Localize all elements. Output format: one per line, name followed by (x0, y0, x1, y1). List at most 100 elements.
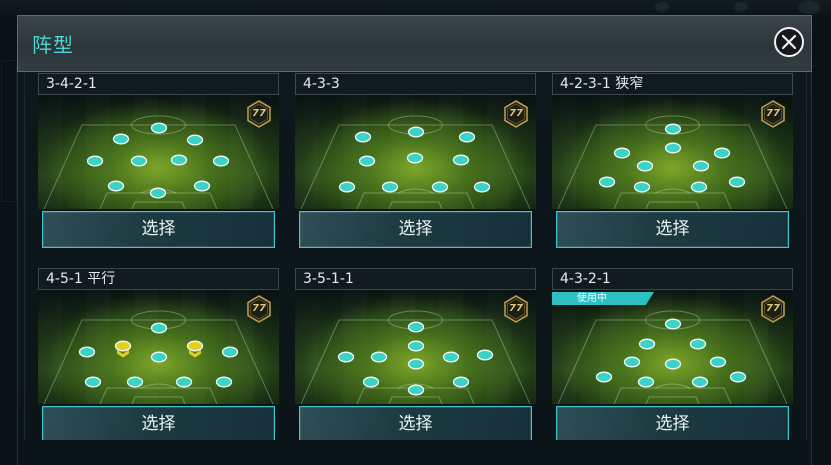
player-marker (407, 126, 425, 138)
panel-rail-left (24, 72, 25, 440)
player-marker (613, 147, 631, 159)
player-marker (193, 180, 211, 192)
rating-badge: 77 (504, 295, 528, 323)
player-marker (215, 376, 233, 388)
sideline (300, 124, 531, 209)
goal-area (645, 396, 700, 404)
rating-value: 77 (509, 108, 523, 119)
rating-value: 77 (766, 108, 780, 119)
player-marker (728, 176, 746, 188)
penalty-area (356, 192, 475, 209)
player-marker (150, 122, 168, 134)
penalty-arc (654, 188, 691, 194)
panel-scroll-track (806, 72, 807, 440)
background-decoration (655, 2, 669, 12)
player-marker (170, 154, 188, 166)
pitch-preview (552, 290, 793, 404)
goal-area (388, 396, 443, 404)
penalty-area (613, 387, 732, 404)
goal-area (645, 201, 700, 209)
pitch-preview (38, 290, 279, 404)
player-marker (729, 371, 747, 383)
player-marker (633, 181, 651, 193)
penalty-area (99, 387, 218, 404)
player-marker (358, 155, 376, 167)
dialog-title: 阵型 (32, 33, 74, 57)
player-marker (370, 351, 388, 363)
formation-grid[interactable]: 3-4-2-1 77 选择 4-3-3 77 选择 4-2-3-1 狭窄 77 … (30, 72, 802, 440)
rating-value: 77 (252, 108, 266, 119)
select-button[interactable]: 选择 (42, 406, 275, 440)
player-marker (407, 384, 425, 396)
background-decoration (734, 2, 748, 12)
select-button[interactable]: 选择 (556, 406, 789, 440)
rating-badge: 77 (761, 295, 785, 323)
pitch-diagram (43, 310, 274, 404)
select-button[interactable]: 选择 (556, 211, 789, 248)
pitch-preview (295, 95, 536, 209)
player-marker (431, 181, 449, 193)
player-marker (691, 376, 709, 388)
formation-card: 4-3-2-1 使用中 77 选择 (552, 268, 793, 440)
player-marker (149, 187, 167, 199)
player-marker (212, 155, 230, 167)
penalty-arc (654, 383, 691, 389)
rating-badge: 77 (504, 100, 528, 128)
player-marker (84, 376, 102, 388)
player-marker (407, 358, 425, 370)
player-marker (473, 181, 491, 193)
formation-name: 4-3-2-1 (552, 268, 793, 290)
background-strip (0, 0, 831, 16)
formation-name: 3-4-2-1 (38, 73, 279, 95)
background-decoration (798, 1, 820, 14)
highlighted-player-marker (114, 340, 132, 352)
player-marker (86, 155, 104, 167)
player-marker (692, 160, 710, 172)
player-marker (150, 351, 168, 363)
formation-card: 3-5-1-1 77 选择 (295, 268, 536, 440)
player-marker (221, 346, 239, 358)
rating-value: 77 (252, 303, 266, 314)
rating-value: 77 (766, 303, 780, 314)
select-button[interactable]: 选择 (42, 211, 275, 248)
player-marker (452, 154, 470, 166)
player-marker (664, 318, 682, 330)
pitch-diagram (43, 115, 274, 209)
player-marker (175, 376, 193, 388)
formation-card: 4-5-1 平行 77 选择 (38, 268, 279, 440)
pitch-preview (295, 290, 536, 404)
in-use-badge: 使用中 (552, 292, 654, 305)
player-marker (664, 123, 682, 135)
pitch-diagram (300, 310, 531, 404)
player-marker (595, 371, 613, 383)
formation-name: 4-2-3-1 狭窄 (552, 73, 793, 95)
player-marker (406, 152, 424, 164)
player-marker (407, 340, 425, 352)
penalty-area (613, 192, 732, 209)
close-icon (782, 35, 796, 49)
formation-card: 4-2-3-1 狭窄 77 选择 (552, 73, 793, 253)
formation-name: 4-5-1 平行 (38, 268, 279, 290)
rating-badge: 77 (247, 100, 271, 128)
player-marker (107, 180, 125, 192)
penalty-arc (140, 383, 177, 389)
rating-value: 77 (509, 303, 523, 314)
player-marker (337, 351, 355, 363)
formation-name: 3-5-1-1 (295, 268, 536, 290)
formation-card: 4-3-3 77 选择 (295, 73, 536, 253)
player-marker (130, 155, 148, 167)
select-button[interactable]: 选择 (299, 406, 532, 440)
formation-card: 3-4-2-1 77 选择 (38, 73, 279, 253)
rating-badge: 77 (761, 100, 785, 128)
goal-area (131, 201, 186, 209)
player-marker (709, 356, 727, 368)
select-button[interactable]: 选择 (299, 211, 532, 248)
player-marker (112, 133, 130, 145)
player-marker (407, 321, 425, 333)
close-button[interactable] (774, 27, 804, 57)
goal-area (131, 396, 186, 404)
player-marker (381, 181, 399, 193)
player-marker (78, 346, 96, 358)
player-marker (476, 349, 494, 361)
goal-area (388, 201, 443, 209)
